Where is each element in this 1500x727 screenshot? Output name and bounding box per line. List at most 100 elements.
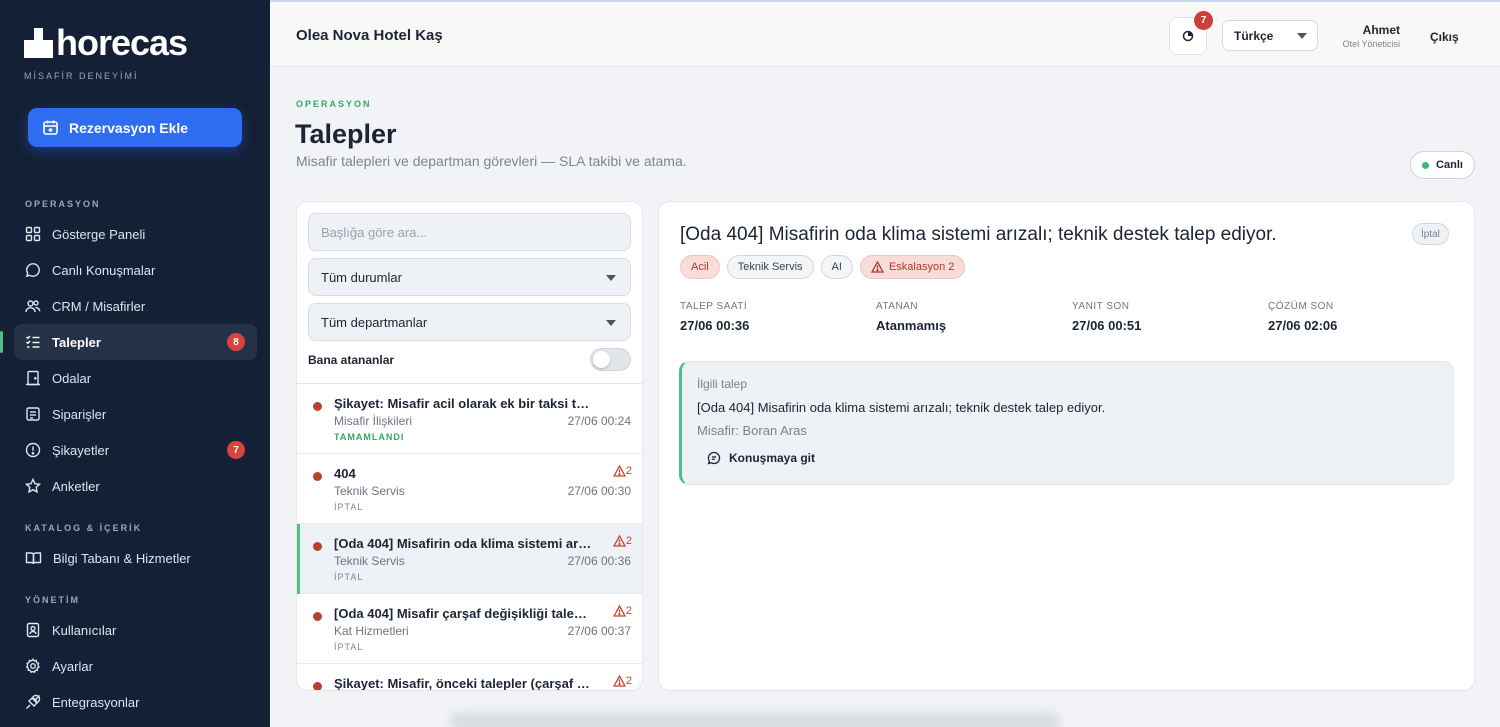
brand-logo[interactable]: horecas	[24, 22, 188, 63]
department-filter-select[interactable]: Tüm departmanlar	[308, 303, 631, 341]
priority-dot-icon	[313, 612, 322, 621]
page-eyebrow: OPERASYON	[296, 99, 372, 109]
priority-dot-icon	[313, 682, 322, 690]
department-filter-value: Tüm departmanlar	[321, 314, 428, 330]
live-dot-icon	[1422, 161, 1430, 169]
request-time: 27/06 00:36	[567, 554, 631, 568]
sidebar-item-label: Entegrasyonlar	[52, 694, 140, 710]
meta-assignee-label: ATANAN	[876, 301, 919, 312]
request-time: 27/06 00:37	[567, 624, 631, 638]
related-label: İlgili talep	[697, 377, 748, 391]
sidebar-item-users[interactable]: Kullanıcılar	[14, 612, 257, 648]
warning-triangle-icon	[612, 605, 626, 617]
warning-triangle-icon	[870, 261, 884, 273]
escalation-level: 2	[625, 465, 632, 477]
meta-request-time-value: 27/06 00:36	[680, 318, 750, 333]
list-item[interactable]: Şikayet: Misafir, önceki talepler (çarşa…	[297, 664, 642, 690]
meta-resolution-due-value: 27/06 02:06	[1268, 318, 1338, 333]
request-title: [Oda 404] Misafir çarşaf değişikliği tal…	[334, 606, 594, 621]
tag-department: Teknik Servis	[726, 255, 814, 279]
user-badge-icon	[26, 622, 40, 638]
sidebar-item-label: Bilgi Tabanı & Hizmetler	[53, 550, 191, 566]
sidebar-item-settings[interactable]: Ayarlar	[14, 648, 257, 684]
sidebar-item-dashboard[interactable]: Gösterge Paneli	[14, 216, 257, 252]
assigned-to-me-toggle[interactable]	[590, 348, 631, 371]
sidebar-item-label: Siparişler	[52, 406, 107, 422]
list-item[interactable]: [Oda 404] Misafir çarşaf değişikliği tal…	[297, 594, 642, 664]
door-icon	[26, 370, 40, 386]
detail-tags: Acil Teknik Servis AI Eskalasyon 2	[680, 255, 972, 279]
nav-section-operations: OPERASYON	[25, 199, 101, 209]
request-department: Kat Hizmetleri	[334, 624, 409, 638]
chat-bubble-icon	[707, 451, 721, 465]
meta-response-due-value: 27/06 00:51	[1072, 318, 1142, 333]
request-time: 27/06 00:24	[567, 414, 631, 428]
escalation-indicator: 2	[612, 465, 632, 477]
notifications-count-badge: 7	[1194, 11, 1213, 30]
meta-resolution-due-label: ÇÖZÜM SON	[1268, 301, 1334, 312]
request-department: Teknik Servis	[334, 554, 405, 568]
go-to-conversation-label: Konuşmaya git	[729, 451, 816, 465]
scroll-shadow	[450, 712, 1060, 727]
logout-button[interactable]: Çıkış	[1430, 30, 1459, 44]
go-to-conversation-button[interactable]: Konuşmaya git	[707, 451, 815, 465]
sidebar-item-knowledge-base[interactable]: Bilgi Tabanı & Hizmetler	[14, 540, 257, 576]
brand-tagline: MİSAFİR DENEYİMİ	[24, 71, 139, 81]
sidebar-item-orders[interactable]: Siparişler	[14, 396, 257, 432]
escalation-level: 2	[625, 605, 632, 617]
request-status: İPTAL	[334, 502, 364, 512]
request-department: Misafir İlişkileri	[334, 414, 412, 428]
add-reservation-label: Rezervasyon Ekle	[69, 119, 189, 136]
related-guest: Misafir: Boran Aras	[697, 423, 807, 438]
request-title: Şikayet: Misafir acil olarak ek bir taks…	[334, 396, 594, 411]
sidebar-item-surveys[interactable]: Anketler	[14, 468, 257, 504]
meta-response-due-label: YANIT SON	[1072, 301, 1130, 312]
request-detail-panel: [Oda 404] Misafirin oda klima sistemi ar…	[658, 201, 1475, 691]
chevron-down-icon	[606, 275, 616, 281]
page-title: Talepler	[295, 119, 397, 149]
tag-escalation: Eskalasyon 2	[859, 255, 966, 279]
sidebar-item-integrations[interactable]: Entegrasyonlar	[14, 684, 257, 720]
request-title: 404	[334, 466, 356, 481]
chevron-down-icon	[606, 320, 616, 326]
priority-dot-icon	[313, 402, 322, 411]
priority-dot-icon	[313, 472, 322, 481]
escalation-label: Eskalasyon 2	[888, 261, 955, 273]
escalation-indicator: 2	[612, 605, 632, 617]
brand-name: horecas	[56, 22, 188, 63]
book-icon	[25, 552, 42, 565]
top-bar: Olea Nova Hotel Kaş 7 Türkçe Ahmet Otel …	[270, 0, 1500, 67]
list-item[interactable]: 404 2 Teknik Servis 27/06 00:30 İPTAL	[297, 454, 642, 524]
request-time: 27/06 00:30	[567, 484, 631, 498]
search-input[interactable]: Başlığa göre ara...	[308, 213, 631, 251]
related-text: [Oda 404] Misafirin oda klima sistemi ar…	[697, 400, 1106, 415]
related-request-card: İlgili talep [Oda 404] Misafirin oda kli…	[679, 361, 1454, 485]
nav-section-management: YÖNETİM	[25, 595, 81, 605]
chevron-down-icon	[1297, 33, 1307, 39]
hotel-name: Olea Nova Hotel Kaş	[296, 27, 443, 44]
user-name: Ahmet	[1362, 23, 1400, 37]
gear-icon	[25, 658, 40, 674]
sidebar-item-complaints[interactable]: Şikayetler 7	[14, 432, 257, 468]
sidebar-item-label: Şikayetler	[52, 442, 110, 458]
list-item-selected[interactable]: [Oda 404] Misafirin oda klima sistemi ar…	[297, 524, 642, 594]
receipt-icon	[26, 407, 40, 421]
logo-mark-icon	[24, 28, 54, 58]
active-indicator	[0, 331, 3, 353]
status-filter-select[interactable]: Tüm durumlar	[308, 258, 631, 296]
sidebar-item-label: Anketler	[52, 478, 100, 494]
sidebar-item-crm-guests[interactable]: CRM / Misafirler	[14, 288, 257, 324]
sidebar-item-live-chats[interactable]: Canlı Konuşmalar	[14, 252, 257, 288]
user-role: Otel Yöneticisi	[1342, 39, 1400, 49]
sidebar-item-requests[interactable]: Talepler 8	[14, 324, 257, 360]
priority-dot-icon	[313, 542, 322, 551]
list-item[interactable]: Şikayet: Misafir acil olarak ek bir taks…	[297, 384, 642, 454]
live-status-badge: Canlı	[1410, 151, 1475, 179]
alert-circle-icon	[25, 442, 41, 458]
language-select[interactable]: Türkçe	[1222, 20, 1318, 51]
escalation-indicator: 2	[612, 535, 632, 547]
sidebar-item-rooms[interactable]: Odalar	[14, 360, 257, 396]
tag-urgent: Acil	[680, 255, 720, 279]
add-reservation-button[interactable]: Rezervasyon Ekle	[28, 108, 242, 147]
assigned-to-me-label: Bana atananlar	[308, 353, 395, 367]
